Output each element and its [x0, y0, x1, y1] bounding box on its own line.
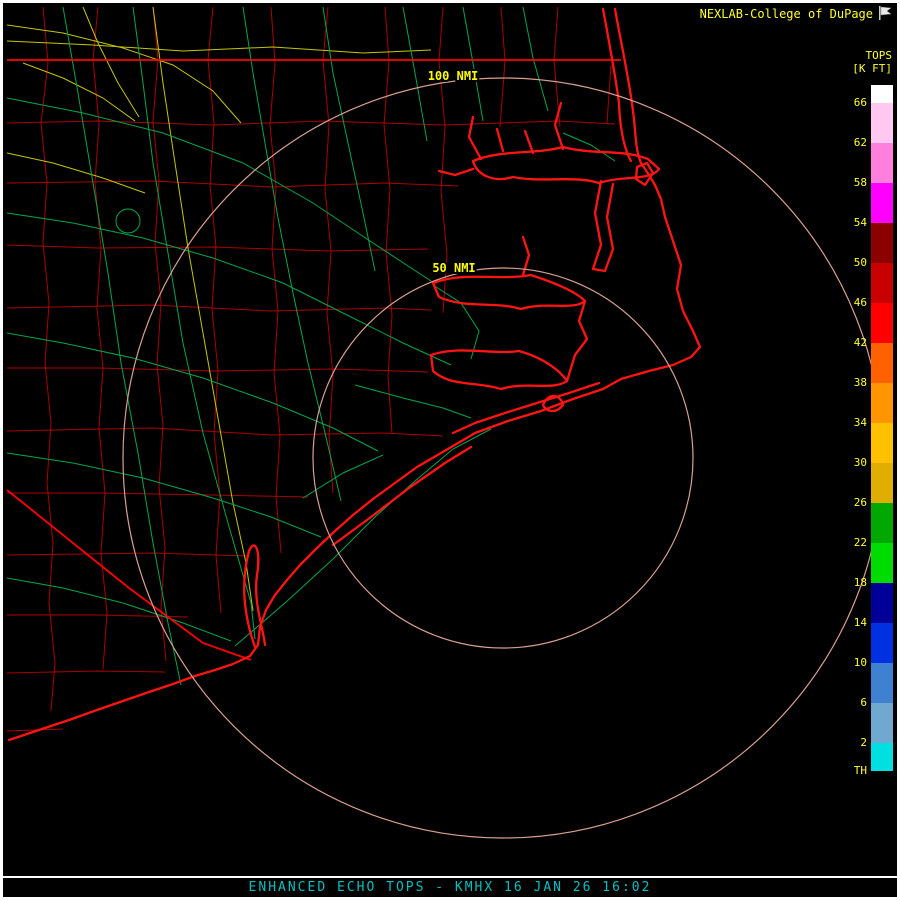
colorbar-tick-label: 18: [827, 576, 867, 589]
core-banks-cape-lookout: [621, 217, 700, 379]
colorbar-segment: [871, 543, 893, 583]
roanoke-river: [439, 169, 473, 175]
road-green: [403, 7, 427, 141]
road-green: [7, 213, 451, 365]
colorbar-segment: [871, 263, 893, 303]
colorbar-tick-label: 54: [827, 216, 867, 229]
colorbar-segment: [871, 663, 893, 703]
road-yellow: [7, 25, 241, 123]
colorbar-segment: [871, 383, 893, 423]
colorbar-tick-label: 30: [827, 456, 867, 469]
colorbar-segment: [871, 143, 893, 183]
colorbar-segment: [871, 503, 893, 543]
colorbar-segment: [871, 771, 893, 785]
colorbar-tick-label: 10: [827, 656, 867, 669]
colorbar-tick-label: 58: [827, 176, 867, 189]
ring-label-100nmi: 100 NMI: [428, 69, 479, 83]
albemarle-sound: [473, 147, 659, 183]
colorbar-segment: [871, 743, 893, 771]
colorbar-segment: [871, 343, 893, 383]
caption-bar: ENHANCED ECHO TOPS - KMHX 16 JAN 26 16:0…: [3, 876, 897, 897]
county-lines: [7, 7, 615, 731]
cod-logo-icon: [877, 5, 893, 21]
pamlico-peninsula: [567, 301, 587, 381]
caption-text: ENHANCED ECHO TOPS - KMHX 16 JAN 26 16:0…: [249, 880, 652, 895]
colorbar-tick-label: 38: [827, 376, 867, 389]
road-yellow: [83, 7, 139, 117]
pamlico-river: [433, 275, 585, 309]
bogue-sound-shore: [453, 383, 599, 433]
state-borders: [7, 60, 621, 660]
neuse-river: [431, 350, 567, 389]
roads-green: [7, 7, 615, 685]
colorbar-segment: [871, 703, 893, 743]
ring-labels: 100 NMI 50 NMI: [428, 69, 479, 275]
map-svg: 100 NMI 50 NMI: [3, 3, 897, 877]
range-ring-50nmi: [313, 268, 693, 648]
road-green: [355, 385, 471, 418]
colorbar-title-line1: TOPS: [866, 49, 893, 62]
ring-label-50nmi: 50 NMI: [432, 261, 475, 275]
city-beltway: [116, 209, 140, 233]
colorbar-title-line2: [K FT]: [852, 62, 892, 75]
road-green: [235, 429, 491, 646]
road-green: [303, 455, 383, 498]
colorbar-tick-label: 14: [827, 616, 867, 629]
colorbar-tick-label: 2: [827, 736, 867, 749]
road-green: [7, 453, 321, 537]
road-green: [523, 7, 548, 111]
colorbar-tick-label: 42: [827, 336, 867, 349]
colorbar-segment: [871, 103, 893, 143]
road-green: [563, 133, 615, 161]
road-green: [7, 98, 431, 281]
colorbar-tick-label: TH: [827, 764, 867, 777]
outer-banks: [615, 9, 665, 217]
colorbar-tick-label: 50: [827, 256, 867, 269]
colorbar-tick-label: 66: [827, 96, 867, 109]
colorbar-segment: [871, 85, 893, 103]
sw-coast: [9, 439, 465, 740]
road-green: [243, 7, 341, 501]
colorbar-segment: [871, 303, 893, 343]
colorbar-tick-label: 22: [827, 536, 867, 549]
coastline: [9, 9, 700, 740]
colorbar-segment: [871, 183, 893, 223]
colorbar-tick-label: 6: [827, 696, 867, 709]
road-green: [433, 285, 479, 359]
county-lines-vertical: [41, 7, 611, 711]
road-green: [463, 7, 483, 121]
colorbar-title: TOPS[K FT]: [852, 49, 892, 75]
colorbar-segment: [871, 223, 893, 263]
range-rings: [123, 78, 883, 838]
attribution-text: NEXLAB-College of DuPage: [700, 7, 873, 21]
colorbar-segment: [871, 623, 893, 663]
barrier-islands-se: [333, 447, 471, 545]
road-green: [7, 333, 378, 451]
currituck-shore: [603, 9, 631, 161]
road-green: [7, 578, 231, 641]
colorbar-tick-label: 34: [827, 416, 867, 429]
range-ring-100nmi: [123, 78, 883, 838]
colorbar-tick-label: 62: [827, 136, 867, 149]
colorbar-tick-label: 26: [827, 496, 867, 509]
alligator-river: [593, 181, 613, 271]
colorbar-segment: [871, 463, 893, 503]
ne-creeks: [497, 103, 563, 153]
road-yellow: [7, 153, 145, 193]
colorbar-segment: [871, 423, 893, 463]
radar-screen: 100 NMI 50 NMI NEXLAB-College of DuPage …: [0, 0, 900, 900]
road-green: [323, 7, 375, 271]
colorbar-tick-label: 46: [827, 296, 867, 309]
road-green: [133, 7, 255, 639]
colorbar-labels: 66625854504642383430262218141062TH: [827, 85, 867, 805]
colorbar-segments: [871, 85, 893, 785]
colorbar-segment: [871, 583, 893, 623]
